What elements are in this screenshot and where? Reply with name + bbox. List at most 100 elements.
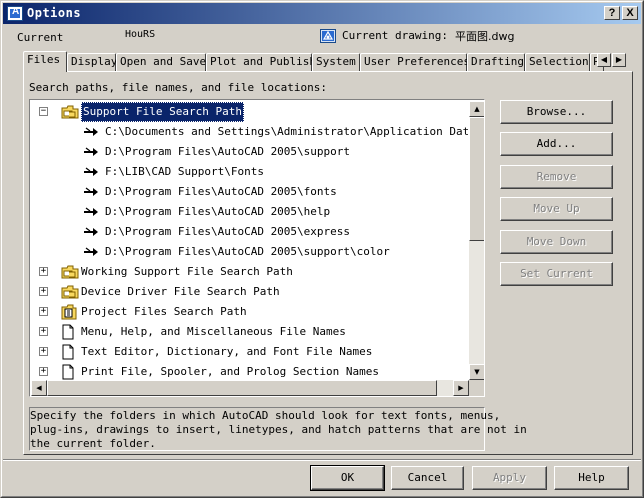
expand-icon[interactable]: + — [39, 347, 48, 356]
tree-node[interactable]: + Working Support File Search Path — [31, 262, 468, 282]
document-icon — [61, 364, 77, 380]
collapse-icon[interactable]: − — [39, 107, 48, 116]
tree-node[interactable]: + Project Files Search Path — [31, 302, 468, 322]
current-drawing-label: Current drawing: — [342, 29, 448, 42]
horizontal-scroll-thumb[interactable] — [47, 380, 437, 396]
add-button[interactable]: Add... — [500, 132, 613, 156]
tree-path-item[interactable]: D:\Program Files\AutoCAD 2005\help — [31, 202, 468, 222]
bottom-divider — [3, 459, 641, 461]
options-dialog: Options ? X Current HouRS Current drawin… — [0, 0, 644, 498]
tree-node[interactable]: + Device Driver File Search Path — [31, 282, 468, 302]
tree-vertical-scrollbar[interactable]: ▲ ▼ — [469, 101, 484, 380]
tree-path-item[interactable]: D:\Program Files\AutoCAD 2005\support\co… — [31, 242, 468, 262]
tab-display[interactable]: Display — [67, 53, 117, 71]
arrow-path-icon — [83, 144, 99, 160]
browse-button[interactable]: Browse... — [500, 100, 613, 124]
close-button[interactable]: X — [622, 6, 638, 20]
scroll-down-icon[interactable]: ▼ — [469, 364, 484, 380]
move-down-button-label: Move Down — [526, 235, 587, 248]
folder-support-icon — [61, 284, 79, 300]
expand-icon[interactable]: + — [39, 367, 48, 376]
tree-viewport: − Support File Search Path C:\Documents an… — [31, 101, 468, 380]
window-title: Options — [27, 6, 82, 20]
move-up-button[interactable]: Move Up — [500, 197, 613, 221]
move-down-button[interactable]: Move Down — [500, 230, 613, 254]
tree-horizontal-scrollbar[interactable]: ◀ ▶ — [31, 380, 469, 396]
expand-icon[interactable]: + — [39, 267, 48, 276]
expand-icon[interactable]: + — [39, 327, 48, 336]
description-box: Specify the folders in which AutoCAD sho… — [29, 407, 527, 451]
tab-scroll-left-icon[interactable]: ◀ — [597, 53, 611, 67]
tree-node-label: Working Support File Search Path — [81, 265, 293, 278]
remove-button-label: Remove — [536, 170, 577, 183]
tree-path-item[interactable]: D:\Program Files\AutoCAD 2005\support — [31, 142, 468, 162]
expand-icon[interactable]: + — [39, 307, 48, 316]
arrow-path-icon — [83, 244, 99, 260]
tree-path-item[interactable]: D:\Program Files\AutoCAD 2005\express — [31, 222, 468, 242]
scrollbar-corner — [469, 380, 484, 396]
tree-node[interactable]: + Print File, Spooler, and Prolog Section… — [31, 362, 468, 380]
vertical-scroll-thumb[interactable] — [469, 117, 484, 241]
document-icon — [61, 324, 77, 340]
scroll-right-icon[interactable]: ▶ — [453, 380, 469, 396]
document-icon — [61, 344, 77, 360]
tab-open-and-save[interactable]: Open and Save — [116, 53, 206, 71]
remove-button[interactable]: Remove — [500, 165, 613, 189]
ok-button-label: OK — [340, 471, 355, 484]
tree-node-label: D:\Program Files\AutoCAD 2005\help — [105, 205, 331, 218]
title-bar[interactable]: Options ? X — [3, 3, 641, 24]
tree-node-label: C:\Documents and Settings\Administrator\… — [105, 125, 468, 138]
tree-node[interactable]: − Support File Search Path — [31, 102, 468, 122]
tab-drafting[interactable]: Drafting — [467, 53, 525, 71]
search-paths-tree[interactable]: − Support File Search Path C:\Documents an… — [29, 99, 485, 397]
expand-icon[interactable]: + — [39, 287, 48, 296]
apply-button[interactable]: Apply — [472, 466, 547, 490]
tree-node[interactable]: + Text Editor, Dictionary, and Font File … — [31, 342, 468, 362]
tab-user-preferences[interactable]: User Preferences — [360, 53, 470, 71]
scroll-left-icon[interactable]: ◀ — [31, 380, 47, 396]
help-title-button[interactable]: ? — [604, 6, 620, 20]
help-button[interactable]: Help — [554, 466, 629, 490]
arrow-path-icon — [83, 184, 99, 200]
tab-files[interactable]: Files — [23, 51, 67, 72]
set-current-button-label: Set Current — [520, 267, 593, 280]
drawing-file-icon — [320, 29, 336, 43]
tree-node-label: D:\Program Files\AutoCAD 2005\support\co… — [105, 245, 390, 258]
tab-system[interactable]: System — [312, 53, 360, 71]
tree-node[interactable]: + Menu, Help, and Miscellaneous File Name… — [31, 322, 468, 342]
current-profile-value: HouRS — [125, 29, 156, 40]
tab-scroll-right-icon[interactable]: ▶ — [612, 53, 626, 67]
browse-button-label: Browse... — [526, 105, 587, 118]
arrow-path-icon — [83, 164, 99, 180]
autocad-app-icon — [7, 6, 23, 21]
apply-button-label: Apply — [492, 471, 527, 484]
tree-node-label: Menu, Help, and Miscellaneous File Names — [81, 325, 346, 338]
tab-strip: Files Display Open and Save Plot and Pub… — [23, 51, 626, 72]
current-profile-label: Current — [17, 31, 64, 44]
tab-selection[interactable]: Selection — [525, 53, 590, 71]
tab-plot-and-publish[interactable]: Plot and Publish — [206, 53, 316, 71]
tree-path-item[interactable]: D:\Program Files\AutoCAD 2005\fonts — [31, 182, 468, 202]
help-button-label: Help — [578, 471, 605, 484]
ok-button[interactable]: OK — [310, 465, 385, 491]
tree-node-label: Print File, Spooler, and Prolog Section … — [81, 365, 380, 378]
set-current-button[interactable]: Set Current — [500, 262, 613, 286]
folder-support-icon — [61, 264, 79, 280]
tree-node-label: F:\LIB\CAD Support\Fonts — [105, 165, 264, 178]
tree-path-item[interactable]: F:\LIB\CAD Support\Fonts — [31, 162, 468, 182]
cancel-button-label: Cancel — [407, 471, 448, 484]
scroll-up-icon[interactable]: ▲ — [469, 101, 484, 117]
search-paths-label: Search paths, file names, and file locat… — [29, 81, 328, 94]
tree-path-item[interactable]: C:\Documents and Settings\Administrator\… — [31, 122, 468, 142]
current-drawing-value: 平面图.dwg — [455, 30, 515, 43]
tree-node-label: Device Driver File Search Path — [81, 285, 280, 298]
arrow-path-icon — [83, 204, 99, 220]
arrow-path-icon — [83, 124, 99, 140]
cancel-button[interactable]: Cancel — [391, 466, 464, 490]
tree-node-label: D:\Program Files\AutoCAD 2005\support — [105, 145, 351, 158]
arrow-path-icon — [83, 224, 99, 240]
folder-support-icon — [61, 104, 79, 120]
tree-node-label: Support File Search Path — [81, 102, 244, 122]
tree-node-label: Text Editor, Dictionary, and Font File N… — [81, 345, 373, 358]
move-up-button-label: Move Up — [533, 202, 580, 215]
